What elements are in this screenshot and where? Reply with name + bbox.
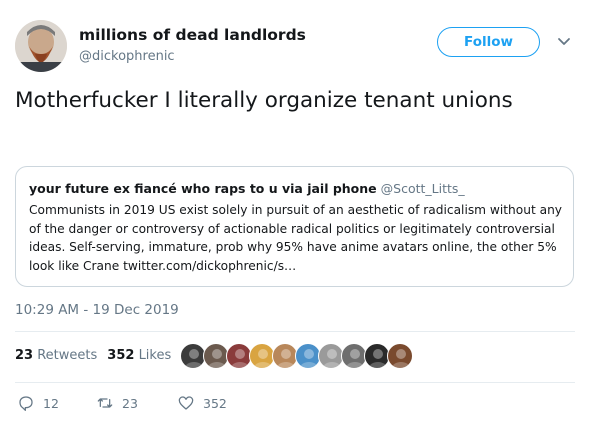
- retweets-stat[interactable]: 23 Retweets: [15, 348, 97, 363]
- author-handle[interactable]: @dickophrenic: [79, 49, 175, 64]
- retweet-icon: [97, 398, 113, 408]
- like-count: 352: [203, 395, 227, 411]
- like-action[interactable]: 352: [178, 395, 227, 411]
- retweet-action[interactable]: 23: [97, 395, 138, 411]
- retweet-count: 23: [122, 395, 138, 411]
- tweet-text: Motherfucker I literally organize tenant…: [15, 88, 513, 113]
- retweets-count: 23: [15, 348, 34, 363]
- avatar-bearded-man-icon: [15, 20, 67, 72]
- quoted-author-name: your future ex fiancé who raps to u via …: [29, 181, 377, 196]
- heart-icon: [178, 396, 194, 410]
- tweet-stats: 23 Retweets 352 Likes: [15, 348, 171, 363]
- author-avatar[interactable]: [15, 20, 67, 72]
- retweets-label: Retweets: [37, 348, 98, 363]
- likes-stat[interactable]: 352 Likes: [107, 348, 171, 363]
- chevron-down-icon[interactable]: [557, 37, 571, 47]
- liker-avatar-icon[interactable]: [387, 343, 413, 369]
- reply-icon: [19, 396, 33, 411]
- likes-count: 352: [107, 348, 135, 363]
- divider: [15, 382, 575, 383]
- quoted-author-handle: @Scott_Litts_: [380, 181, 465, 196]
- reply-action[interactable]: 12: [18, 395, 59, 411]
- divider: [15, 331, 575, 332]
- author-name[interactable]: millions of dead landlords: [79, 26, 306, 44]
- follow-button[interactable]: Follow: [437, 27, 540, 57]
- quoted-tweet[interactable]: your future ex fiancé who raps to u via …: [15, 166, 574, 287]
- likes-label: Likes: [138, 348, 172, 363]
- reply-count: 12: [43, 395, 59, 411]
- quoted-tweet-text: Communists in 2019 US exist solely in pu…: [29, 203, 563, 273]
- tweet-timestamp[interactable]: 10:29 AM - 19 Dec 2019: [15, 302, 179, 318]
- quoted-tweet-header: your future ex fiancé who raps to u via …: [29, 181, 465, 196]
